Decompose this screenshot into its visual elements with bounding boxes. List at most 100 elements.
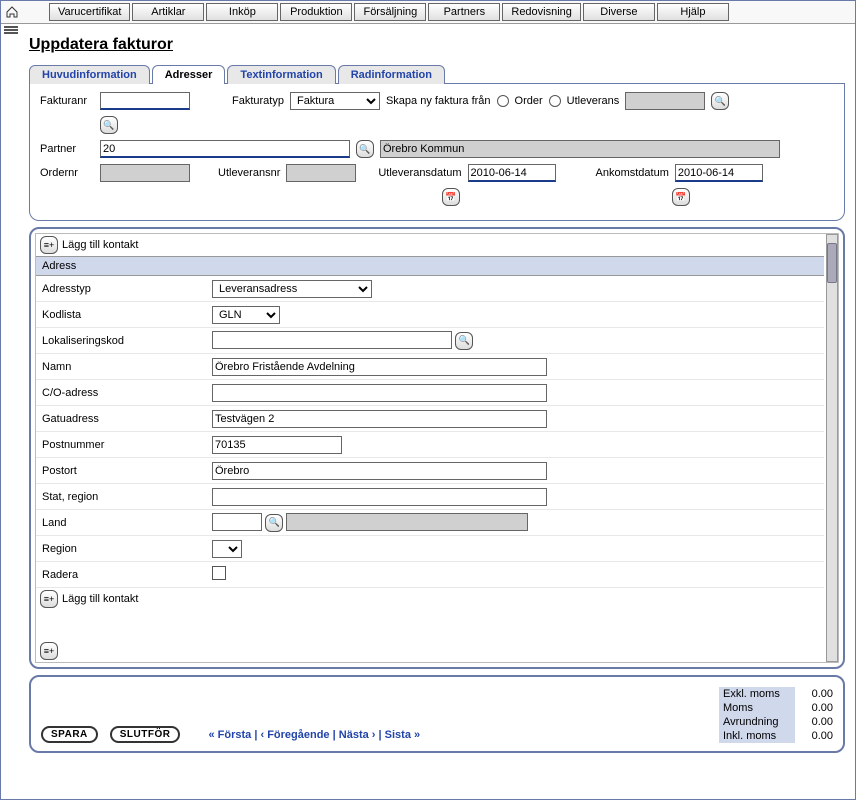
add-row-bottom[interactable]: ≡+	[36, 640, 824, 662]
utleverans-radio[interactable]	[549, 95, 561, 107]
fakturanr-input[interactable]	[100, 92, 190, 110]
postort-label: Postort	[42, 465, 212, 477]
postort-input[interactable]	[212, 462, 547, 480]
ankomstdatum-calendar-icon[interactable]: 📅	[672, 188, 690, 206]
land-search-icon[interactable]: 🔍	[265, 514, 283, 532]
utleveransdatum-input[interactable]	[468, 164, 556, 182]
utleverans-search-icon[interactable]: 🔍	[711, 92, 729, 110]
adresstyp-label: Adresstyp	[42, 283, 212, 295]
fakturanr-search-icon[interactable]: 🔍	[100, 116, 118, 134]
nav-next[interactable]: Nästa ›	[339, 729, 376, 741]
partner-search-icon[interactable]: 🔍	[356, 140, 374, 158]
namn-label: Namn	[42, 361, 212, 373]
partner-name-display	[380, 140, 780, 158]
home-icon[interactable]	[5, 5, 19, 19]
avrundning-label: Avrundning	[719, 715, 795, 729]
avrundning-value: 0.00	[801, 716, 833, 728]
add-contact-bottom[interactable]: ≡+ Lägg till kontakt	[36, 588, 824, 610]
tab-huvudinformation[interactable]: Huvudinformation	[29, 65, 150, 84]
land-code-input[interactable]	[212, 513, 262, 531]
header-panel: Fakturanr Fakturatyp Faktura Skapa ny fa…	[29, 84, 845, 221]
inkl-moms-value: 0.00	[801, 730, 833, 742]
tab-radinformation[interactable]: Radinformation	[338, 65, 445, 84]
page-title: Uppdatera fakturor	[29, 36, 845, 54]
radera-label: Radera	[42, 569, 212, 581]
menu-produktion[interactable]: Produktion	[280, 3, 352, 21]
kodlista-label: Kodlista	[42, 309, 212, 321]
add-contact-icon[interactable]: ≡+	[40, 236, 58, 254]
region-label: Region	[42, 543, 212, 555]
exkl-moms-value: 0.00	[801, 688, 833, 700]
tab-adresser[interactable]: Adresser	[152, 65, 226, 84]
order-label: Order	[515, 95, 543, 107]
ankomstdatum-input[interactable]	[675, 164, 763, 182]
nav-last[interactable]: Sista »	[385, 729, 420, 741]
totals: Exkl. moms 0.00 Moms 0.00 Avrundning 0.00 I…	[719, 687, 833, 743]
kodlista-select[interactable]: GLN	[212, 306, 280, 324]
utleverans-label: Utleverans	[567, 95, 620, 107]
fakturatyp-label: Fakturatyp	[232, 95, 284, 107]
inkl-moms-label: Inkl. moms	[719, 729, 795, 743]
postnummer-label: Postnummer	[42, 439, 212, 451]
namn-input[interactable]	[212, 358, 547, 376]
region-select[interactable]	[212, 540, 242, 558]
tabs: Huvudinformation Adresser Textinformatio…	[29, 64, 845, 84]
utleveransnr-label: Utleveransnr	[218, 167, 280, 179]
add-contact-label: Lägg till kontakt	[62, 239, 138, 251]
order-radio[interactable]	[497, 95, 509, 107]
nav-first[interactable]: « Första	[208, 729, 251, 741]
land-label: Land	[42, 517, 212, 529]
menu-varucertifikat[interactable]: Varucertifikat	[49, 3, 130, 21]
spara-button[interactable]: SPARA	[41, 726, 98, 743]
adresstyp-select[interactable]: Leveransadress	[212, 280, 372, 298]
exkl-moms-label: Exkl. moms	[719, 687, 795, 701]
topbar: Varucertifikat Artiklar Inköp Produktion…	[1, 1, 855, 24]
content-panel: ≡+ Lägg till kontakt Adress AdresstypLev…	[29, 227, 845, 669]
scrollbar[interactable]	[826, 234, 838, 662]
moms-value: 0.00	[801, 702, 833, 714]
co-input[interactable]	[212, 384, 547, 402]
add-contact-icon-bottom[interactable]: ≡+	[40, 590, 58, 608]
fakturatyp-select[interactable]: Faktura	[290, 92, 380, 110]
co-label: C/O-adress	[42, 387, 212, 399]
radera-checkbox[interactable]	[212, 566, 226, 580]
add-contact-top[interactable]: ≡+ Lägg till kontakt	[36, 234, 824, 256]
nav-prev[interactable]: ‹ Föregående	[260, 729, 329, 741]
menu-hjalp[interactable]: Hjälp	[657, 3, 729, 21]
menu-forsaljning[interactable]: Försäljning	[354, 3, 426, 21]
add-contact-label-bottom: Lägg till kontakt	[62, 593, 138, 605]
skapa-label: Skapa ny faktura från	[386, 95, 491, 107]
menu-artiklar[interactable]: Artiklar	[132, 3, 204, 21]
stat-label: Stat, region	[42, 491, 212, 503]
menu-diverse[interactable]: Diverse	[583, 3, 655, 21]
moms-label: Moms	[719, 701, 795, 715]
fakturanr-label: Fakturanr	[40, 95, 94, 107]
slutfor-button[interactable]: SLUTFÖR	[110, 726, 181, 743]
gatuadress-label: Gatuadress	[42, 413, 212, 425]
lokaliseringskod-label: Lokaliseringskod	[42, 335, 212, 347]
stat-input[interactable]	[212, 488, 547, 506]
scroll-thumb[interactable]	[827, 243, 837, 283]
utleveransdatum-calendar-icon[interactable]: 📅	[442, 188, 460, 206]
ankomstdatum-label: Ankomstdatum	[596, 167, 669, 179]
address-section-header: Adress	[36, 256, 824, 276]
menu-redovisning[interactable]: Redovisning	[502, 3, 581, 21]
utleveransnr-input	[286, 164, 356, 182]
menu-inkop[interactable]: Inköp	[206, 3, 278, 21]
lokaliseringskod-search-icon[interactable]: 🔍	[455, 332, 473, 350]
lokaliseringskod-input[interactable]	[212, 331, 452, 349]
sidebar-toggle-icon[interactable]	[4, 26, 18, 40]
menubar: Varucertifikat Artiklar Inköp Produktion…	[49, 3, 729, 21]
utleveransdatum-label: Utleveransdatum	[378, 167, 461, 179]
utleverans-input	[625, 92, 705, 110]
ordernr-input	[100, 164, 190, 182]
partner-input[interactable]	[100, 140, 350, 158]
postnummer-input[interactable]	[212, 436, 342, 454]
land-name-display	[286, 513, 528, 531]
menu-partners[interactable]: Partners	[428, 3, 500, 21]
add-row-icon[interactable]: ≡+	[40, 642, 58, 660]
footer-panel: SPARA SLUTFÖR « Första | ‹ Föregående | …	[29, 675, 845, 753]
gatuadress-input[interactable]	[212, 410, 547, 428]
tab-textinformation[interactable]: Textinformation	[227, 65, 335, 84]
partner-label: Partner	[40, 143, 94, 155]
